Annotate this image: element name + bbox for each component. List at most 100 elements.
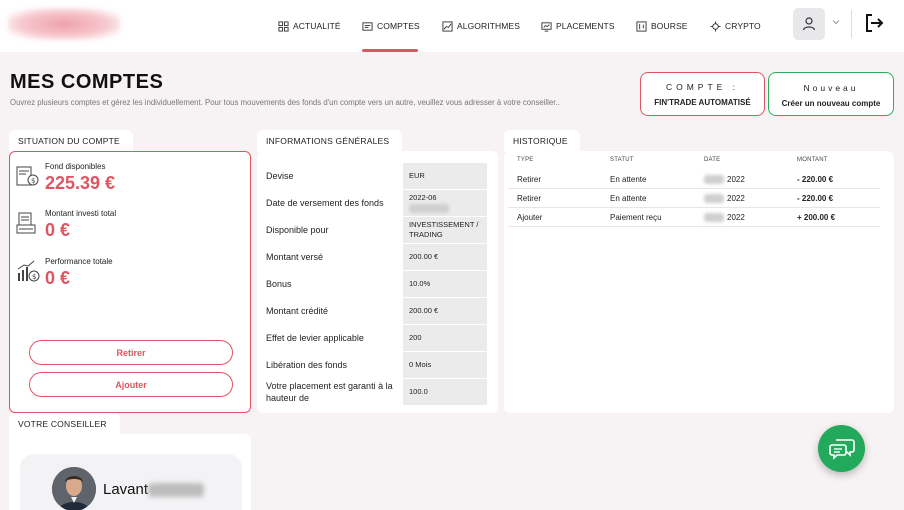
nav-active-indicator [362, 49, 418, 52]
tab-historique: HISTORIQUE [504, 130, 580, 152]
info-value: 200.00 € [403, 244, 487, 270]
info-row: Montant crédité 200.00 € [266, 298, 488, 324]
chat-icon [828, 438, 855, 460]
info-key: Bonus [266, 279, 292, 289]
column-header-type: TYPE [517, 157, 534, 163]
new-account-action: Créer un nouveau compte [781, 99, 881, 108]
cell-date: 2022 [704, 213, 745, 223]
info-value: EUR [403, 163, 487, 189]
info-key: Devise [266, 171, 294, 181]
advisor-card: Lavant [9, 434, 251, 510]
column-header-amount: MONTANT [797, 157, 828, 163]
growth-chart-icon: $ [17, 260, 40, 282]
total-invested-value: 0 € [45, 220, 71, 240]
cell-status: En attente [610, 175, 647, 184]
info-key: Votre placement est garanti à la hauteur… [266, 381, 393, 403]
advisor-name: Lavant [103, 481, 205, 498]
nav-item-bourse[interactable]: BOURSE [636, 16, 688, 36]
info-row: Devise EUR [266, 163, 488, 189]
user-icon [802, 17, 816, 31]
info-value: 10.0% [403, 271, 487, 297]
nav-item-comptes[interactable]: COMPTES [362, 16, 420, 36]
available-funds-label: Fond disponibles [45, 162, 106, 171]
user-menu-button[interactable] [793, 8, 825, 40]
crypto-icon [710, 20, 721, 32]
chart-icon [442, 20, 453, 32]
nav-divider [851, 10, 852, 38]
column-header-date: DATE [704, 157, 721, 163]
info-value: 200.00 € [403, 298, 487, 324]
cell-date: 2022 [704, 175, 745, 185]
cell-status: Paiement reçu [610, 213, 662, 222]
nav-label: COMPTES [377, 21, 420, 31]
redacted-date [704, 175, 724, 185]
nav-label: ALGORITHMES [457, 21, 520, 31]
top-navigation-bar: ACTUALITÉ COMPTES ALGORITHMES PLACEMENTS… [0, 0, 904, 52]
brand-logo[interactable] [8, 8, 120, 40]
info-row: Disponible pour INVESTISSEMENT / TRADING [266, 217, 488, 243]
history-card: TYPE STATUT DATE MONTANT Retirer En atte… [504, 151, 894, 413]
nav-label: ACTUALITÉ [293, 21, 341, 31]
advisor-avatar [52, 467, 96, 510]
tab-informations: INFORMATIONS GÉNÉRALES [257, 130, 402, 152]
logout-icon[interactable] [863, 12, 885, 34]
redacted-surname [148, 483, 205, 498]
cell-type: Retirer [517, 175, 542, 184]
column-header-status: STATUT [610, 157, 634, 163]
cell-date: 2022 [704, 194, 745, 204]
account-situation-card: $ Fond disponibles 225.39 € Montant inve… [9, 151, 251, 413]
cell-amount: + 200.00 € [797, 213, 836, 222]
new-label: Nouveau [803, 83, 859, 93]
info-row: Libération des fonds 0 Mois [266, 352, 488, 378]
chevron-down-icon[interactable] [831, 17, 841, 27]
info-row: Date de versement des fonds 2022-06 [266, 190, 488, 216]
current-account-selector[interactable]: COMPTE : FIN'TRADE AUTOMATISÉ [640, 72, 765, 116]
tab-conseiller: VOTRE CONSEILLER [9, 413, 120, 435]
money-icon: $ [16, 166, 39, 186]
cell-type: Ajouter [517, 213, 543, 222]
cell-amount: - 220.00 € [797, 175, 834, 184]
info-row: Montant versé 200.00 € [266, 244, 488, 270]
wallet-icon [362, 21, 373, 31]
svg-text:$: $ [32, 273, 36, 281]
page-subtitle: Ouvrez plusieurs comptes et gérez les in… [10, 98, 560, 107]
total-performance-label: Performance totale [45, 257, 113, 266]
nav-label: BOURSE [651, 21, 688, 31]
info-value: 2022-06 [403, 190, 487, 216]
info-value: 100.0 [403, 379, 487, 405]
info-key: Libération des fonds [266, 360, 348, 370]
info-key: Montant versé [266, 252, 324, 262]
info-key: Date de versement des fonds [266, 198, 384, 208]
nav-item-algorithmes[interactable]: ALGORITHMES [442, 16, 520, 36]
withdraw-button[interactable]: Retirer [29, 340, 233, 365]
info-key: Effet de levier applicable [266, 333, 364, 343]
table-row: Ajouter Paiement reçu 2022 + 200.00 € [508, 208, 880, 227]
cell-status: En attente [610, 194, 647, 203]
page-title: MES COMPTES [10, 71, 164, 93]
redacted-date [704, 194, 724, 204]
deposit-button[interactable]: Ajouter [29, 372, 233, 397]
account-name: FIN'TRADE AUTOMATISÉ [654, 98, 751, 107]
new-account-button[interactable]: Nouveau Créer un nouveau compte [768, 72, 894, 116]
info-value: 0 Mois [403, 352, 487, 378]
nav-item-crypto[interactable]: CRYPTO [710, 16, 761, 36]
grid-icon [278, 20, 289, 32]
investment-icon [541, 21, 552, 32]
redacted-date [409, 204, 449, 213]
chat-button[interactable] [818, 425, 865, 472]
cell-type: Retirer [517, 194, 542, 203]
nav-item-placements[interactable]: PLACEMENTS [541, 16, 615, 36]
info-row: Effet de levier applicable 200 [266, 325, 488, 351]
payment-date-value: 2022-06 [409, 193, 437, 202]
nav-item-actualite[interactable]: ACTUALITÉ [278, 16, 341, 36]
ledger-icon [16, 212, 36, 234]
general-information-card: Devise EUR Date de versement des fonds 2… [257, 151, 498, 413]
nav-label: CRYPTO [725, 21, 761, 31]
stock-icon [636, 20, 647, 32]
account-label: COMPTE : [665, 82, 740, 92]
cell-amount: - 220.00 € [797, 194, 834, 203]
total-invested-label: Montant investi total [45, 209, 117, 218]
redacted-date [704, 213, 724, 223]
advisor-photo-icon [52, 467, 96, 510]
table-row: Retirer En attente 2022 - 220.00 € [508, 170, 880, 189]
